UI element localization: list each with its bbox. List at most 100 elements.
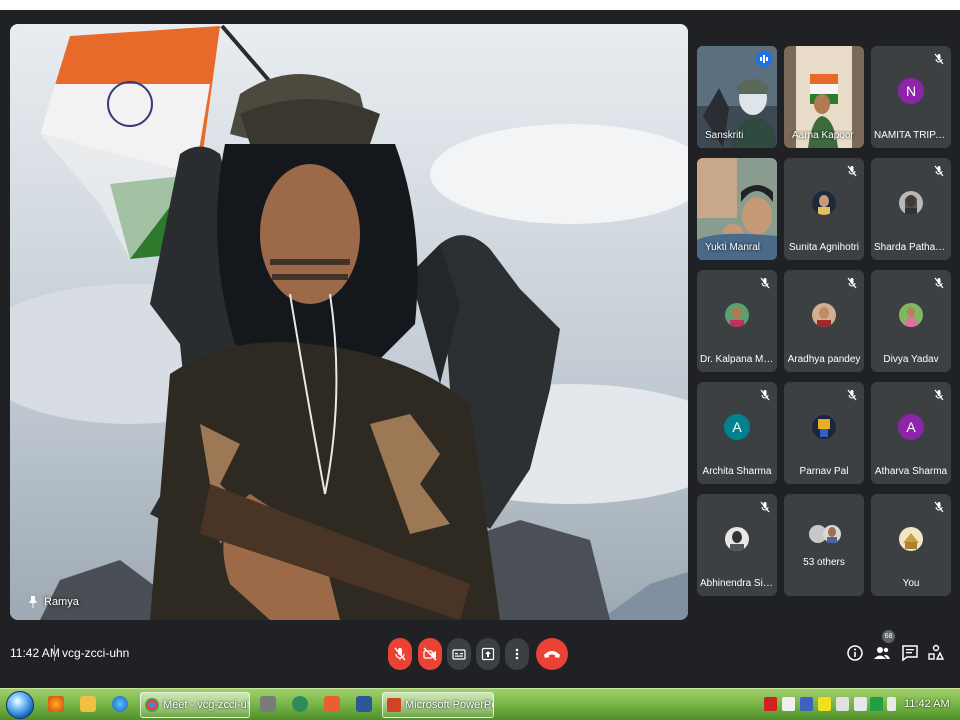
chrome-icon [145, 698, 159, 712]
mic-off-icon [847, 277, 857, 289]
powerpoint-icon [387, 698, 401, 712]
mic-off-icon [934, 277, 944, 289]
mic-off-icon [847, 165, 857, 177]
mic-off-icon [934, 53, 944, 65]
toggle-mic-button[interactable] [388, 638, 412, 670]
captions-icon [452, 649, 466, 660]
app-icon[interactable] [324, 696, 340, 712]
flag-icon[interactable] [887, 697, 896, 711]
others-tile[interactable]: 53 others [784, 494, 864, 596]
avatar: A [898, 414, 924, 440]
meeting-time: 11:42 AM [10, 646, 60, 660]
avatar: N [898, 78, 924, 104]
participant-name: Yukti Manral [705, 242, 761, 253]
volume-icon[interactable] [836, 697, 849, 711]
pin-icon [29, 596, 37, 608]
participant-tile-self[interactable]: You [871, 494, 951, 596]
presenter-name: Ramya [44, 596, 79, 608]
end-call-button[interactable] [536, 638, 568, 670]
activities-icon[interactable] [927, 644, 945, 662]
participant-tile[interactable]: Abhinendra Sin... [697, 494, 777, 596]
meeting-code: vcg-zcci-uhn [62, 646, 130, 660]
tray-app-icon[interactable] [782, 697, 795, 711]
participant-name: Divya Yadav [883, 354, 939, 365]
present-icon [481, 647, 495, 661]
participant-tile[interactable]: Dr. Kalpana Mah... [697, 270, 777, 372]
avatar [812, 415, 836, 439]
more-options-button[interactable] [505, 638, 529, 670]
participant-name: Aarna Kapoor [792, 130, 854, 141]
participant-tile[interactable]: Aradhya pandey [784, 270, 864, 372]
camera-off-icon [423, 647, 437, 661]
main-video-tile[interactable]: Ramya [10, 24, 688, 620]
mic-off-icon [760, 389, 770, 401]
avatar: A [724, 414, 750, 440]
avatar [812, 303, 836, 327]
speaking-indicator-icon [756, 51, 772, 67]
system-tray: 11:42 AM [760, 692, 956, 718]
mic-off-icon [934, 165, 944, 177]
avatar [899, 191, 923, 215]
more-options-icon [515, 648, 519, 660]
tray-app-icon[interactable] [800, 697, 813, 711]
mic-off-icon [934, 501, 944, 513]
avatar [725, 527, 749, 551]
participant-name: Archita Sharma [702, 466, 772, 477]
participant-tile[interactable]: A Archita Sharma [697, 382, 777, 484]
toggle-camera-button[interactable] [418, 638, 442, 670]
word-icon[interactable] [356, 696, 372, 712]
participant-name: Abhinendra Sin... [700, 578, 777, 589]
tray-app-icon[interactable] [818, 697, 831, 711]
participant-name: Sharda Pathania [874, 242, 949, 253]
participant-name: Dr. Kalpana Mah... [700, 354, 777, 365]
mic-off-icon [934, 389, 944, 401]
meeting-control-bar: 11:42 AM vcg-zcci-uhn 68 [0, 626, 960, 686]
people-icon[interactable] [873, 644, 891, 662]
taskbar-clock[interactable]: 11:42 AM [904, 698, 950, 710]
task-label: Microsoft PowerPoin... [405, 699, 493, 711]
firefox-icon[interactable] [48, 696, 64, 712]
participant-tile[interactable]: N NAMITA TRIPATHI [871, 46, 951, 148]
end-call-icon [544, 651, 560, 658]
participant-name: NAMITA TRIPATHI [874, 130, 951, 141]
edge-icon[interactable] [112, 696, 128, 712]
app-icon[interactable] [292, 696, 308, 712]
avatar [725, 303, 749, 327]
participant-tile[interactable]: Aarna Kapoor [784, 46, 864, 148]
participant-name: You [902, 578, 920, 589]
participant-tile[interactable]: Parnav Pal [784, 382, 864, 484]
mic-off-icon [760, 277, 770, 289]
participant-tile[interactable]: Yukti Manral [697, 158, 777, 260]
present-now-button[interactable] [476, 638, 500, 670]
folder-icon[interactable] [80, 696, 96, 712]
divider [54, 645, 55, 661]
chat-icon[interactable] [901, 644, 919, 662]
avatar [899, 527, 923, 551]
participant-name: Sanskriti [705, 130, 744, 141]
presenter-name-label: Ramya [28, 596, 79, 608]
participant-name: Parnav Pal [799, 466, 849, 477]
taskbar-task-powerpoint[interactable]: Microsoft PowerPoin... [382, 692, 494, 718]
task-label: Meet - vcg-zcci-uhn ... [163, 699, 249, 711]
info-icon[interactable] [846, 644, 864, 662]
presenter-video [10, 24, 688, 620]
calculator-icon[interactable] [260, 696, 276, 712]
start-button[interactable] [6, 691, 34, 719]
participant-name: Aradhya pandey [787, 354, 861, 365]
participant-tile[interactable]: Sharda Pathania [871, 158, 951, 260]
participant-name: Sunita Agnihotri [788, 242, 860, 253]
windows-taskbar: Meet - vcg-zcci-uhn ... Microsoft PowerP… [0, 688, 960, 720]
participant-tile[interactable]: A Atharva Sharma [871, 382, 951, 484]
network-icon[interactable] [854, 697, 867, 711]
participant-tile[interactable]: Divya Yadav [871, 270, 951, 372]
mic-off-icon [394, 647, 406, 661]
meet-window: Ramya Sanskriti Aarna Kapoor N NAMITA TR… [0, 0, 960, 720]
tray-app-icon[interactable] [870, 697, 883, 711]
top-edge [0, 0, 960, 10]
tray-app-icon[interactable] [764, 697, 777, 711]
participant-tile[interactable]: Sanskriti [697, 46, 777, 148]
participant-tile[interactable]: Sunita Agnihotri [784, 158, 864, 260]
taskbar-task-meet[interactable]: Meet - vcg-zcci-uhn ... [140, 692, 250, 718]
captions-button[interactable] [447, 638, 471, 670]
mic-off-icon [760, 501, 770, 513]
